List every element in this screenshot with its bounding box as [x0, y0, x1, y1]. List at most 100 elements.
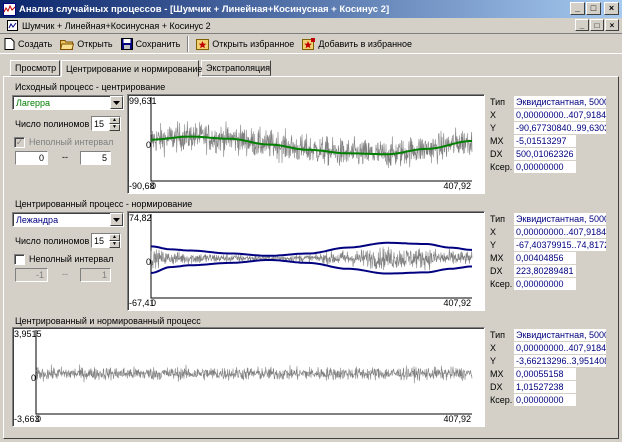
chevron-down-icon[interactable] — [110, 96, 123, 109]
section1-to-field[interactable]: 5 — [80, 151, 111, 165]
minimize-button[interactable]: _ — [570, 2, 585, 15]
chart-normalized-svg — [35, 330, 473, 415]
section2-from-field[interactable]: -1 — [15, 268, 48, 282]
spin-down-icon[interactable]: ▼ — [109, 241, 120, 248]
section3-title: Центрированный и нормированный процесс — [15, 316, 201, 326]
section2-title: Центрированный процесс - нормирование — [15, 199, 193, 209]
section2-partial-checkbox[interactable] — [14, 254, 25, 265]
title-bar: Анализ случайных процессов - [Шумчик + Л… — [0, 0, 622, 18]
toolbar: Создать Открыть Сохранить Открыть избран… — [0, 34, 622, 54]
create-label: Создать — [18, 38, 53, 49]
stat2-x-value: 0,00000000..407,91840 — [514, 226, 606, 238]
stat3-dx-value: 1,01527238 — [514, 381, 576, 393]
stat2-kcor-label: Ксер. — [490, 279, 513, 289]
favorites-folder-icon — [196, 38, 210, 50]
mdi-restore-button[interactable]: □ — [590, 19, 604, 31]
section2-range-dash: -- — [62, 269, 68, 279]
app-icon — [3, 2, 16, 16]
document-icon — [7, 20, 18, 31]
stat1-kcor-label: Ксер. — [490, 162, 513, 172]
stat2-type-label: Тип — [490, 214, 506, 224]
section2-method-select[interactable]: Лежандра — [12, 212, 124, 227]
new-file-icon — [4, 37, 15, 50]
stat1-kcor-value: 0,00000000 — [514, 161, 576, 173]
open-favorites-button[interactable]: Открыть избранное — [192, 35, 298, 53]
stat2-type-value: Эквидистантная, 5000 — [514, 213, 606, 225]
chart-normalized-process[interactable]: 3,9515 0 -3,663 0 407,92 — [12, 327, 485, 427]
chevron-down-icon[interactable] — [110, 213, 123, 226]
mdi-child-bar: Шумчик + Линейная+Косинусная + Косинус 2… — [0, 18, 622, 34]
chart3-xmax-label: 407,92 — [443, 414, 471, 424]
stat2-kcor-value: 0,00000000 — [514, 278, 576, 290]
stat1-x-label: X — [490, 110, 497, 120]
section1-partial-checkbox[interactable]: ✓ — [14, 137, 25, 148]
open-folder-icon — [60, 39, 75, 50]
spin-up-icon[interactable]: ▲ — [109, 117, 120, 124]
stat2-mx-label: MX — [490, 253, 504, 263]
section1-title: Исходный процесс - центрирование — [15, 82, 166, 92]
chart2-ymax-label: 74,82 — [129, 213, 152, 223]
section1-method-select[interactable]: Лагерра — [12, 95, 124, 110]
tab-view[interactable]: Просмотр — [10, 60, 60, 76]
open-button[interactable]: Открыть — [56, 35, 116, 53]
spin-down-icon[interactable]: ▼ — [109, 124, 120, 131]
stat3-y-value: -3,66213296..3,951408 — [514, 355, 606, 367]
add-favorites-button[interactable]: Добавить в избранное — [298, 35, 416, 53]
open-favorites-label: Открыть избранное — [212, 38, 295, 49]
stat1-y-value: -90,67730840..99,6303 — [514, 122, 606, 134]
create-button[interactable]: Создать — [0, 35, 56, 53]
chart3-ymax-label: 3,9515 — [14, 329, 42, 339]
stat3-x-value: 0,00000000..407,91840 — [514, 342, 606, 354]
window-title: Анализ случайных процессов - [Шумчик + Л… — [19, 3, 390, 15]
chart-centered-process[interactable]: 74,82 0 -67,41 0 407,92 — [127, 211, 485, 311]
stat1-mx-value: -5,01513297 — [514, 135, 576, 147]
section2-poly-label: Число полиномов — [15, 236, 90, 246]
stat3-dx-label: DX — [490, 382, 503, 392]
section1-poly-value: 15 — [94, 118, 105, 129]
stat3-y-label: Y — [490, 356, 497, 366]
chart-source-svg — [150, 97, 473, 182]
add-favorite-icon — [302, 37, 316, 50]
chart1-xmin-label: 0 — [151, 181, 157, 191]
stat3-type-value: Эквидистантная, 5000 — [514, 329, 606, 341]
chart2-xmin-label: 0 — [151, 298, 157, 308]
stat2-y-label: Y — [490, 240, 497, 250]
tab-extrapolation[interactable]: Экстраполяция — [201, 60, 271, 76]
mdi-title: Шумчик + Линейная+Косинусная + Косинус 2 — [22, 20, 211, 31]
stat3-mx-label: MX — [490, 369, 504, 379]
section2-to-field[interactable]: 1 — [80, 268, 111, 282]
stat1-type-value: Эквидистантная, 5000 — [514, 96, 606, 108]
section1-range-dash: -- — [62, 152, 68, 162]
spin-up-icon[interactable]: ▲ — [109, 234, 120, 241]
section1-from-field[interactable]: 0 — [15, 151, 48, 165]
section1-partial-label: Неполный интервал — [29, 137, 114, 147]
chart1-ymax-label: 99,631 — [129, 96, 157, 106]
mdi-minimize-button[interactable]: _ — [575, 19, 589, 31]
stat2-dx-value: 223,80289481 — [514, 265, 576, 277]
stat2-dx-label: DX — [490, 266, 503, 276]
section2-poly-spinner[interactable]: 15 ▲ ▼ — [91, 233, 121, 248]
stat3-type-label: Тип — [490, 330, 506, 340]
chart1-zero-label: 0 — [146, 140, 152, 150]
section1-poly-spinner[interactable]: 15 ▲ ▼ — [91, 116, 121, 131]
maximize-button[interactable]: □ — [586, 2, 601, 15]
add-favorites-label: Добавить в избранное — [318, 38, 413, 49]
section1-method-value: Лагерра — [16, 97, 51, 108]
toolbar-separator — [187, 35, 190, 52]
stat1-mx-label: MX — [490, 136, 504, 146]
stat2-x-label: X — [490, 227, 497, 237]
stat1-x-value: 0,00000000..407,91840 — [514, 109, 606, 121]
chart1-xmax-label: 407,92 — [443, 181, 471, 191]
close-button[interactable]: × — [604, 2, 619, 15]
mdi-close-button[interactable]: × — [605, 19, 619, 31]
chart-source-process[interactable]: 99,631 0 -90,68 0 407,92 — [127, 94, 485, 194]
save-button[interactable]: Сохранить — [117, 35, 185, 53]
stat3-kcor-label: Ксер. — [490, 395, 513, 405]
tab-centering-normalization[interactable]: Центрирование и нормирование — [61, 60, 202, 77]
chart3-zero-label: 0 — [31, 373, 37, 383]
save-disk-icon — [120, 37, 133, 50]
signal-series-line — [35, 364, 473, 384]
stat3-kcor-value: 0,00000000 — [514, 394, 576, 406]
section2-method-value: Лежандра — [16, 214, 59, 225]
save-label: Сохранить — [135, 38, 181, 49]
